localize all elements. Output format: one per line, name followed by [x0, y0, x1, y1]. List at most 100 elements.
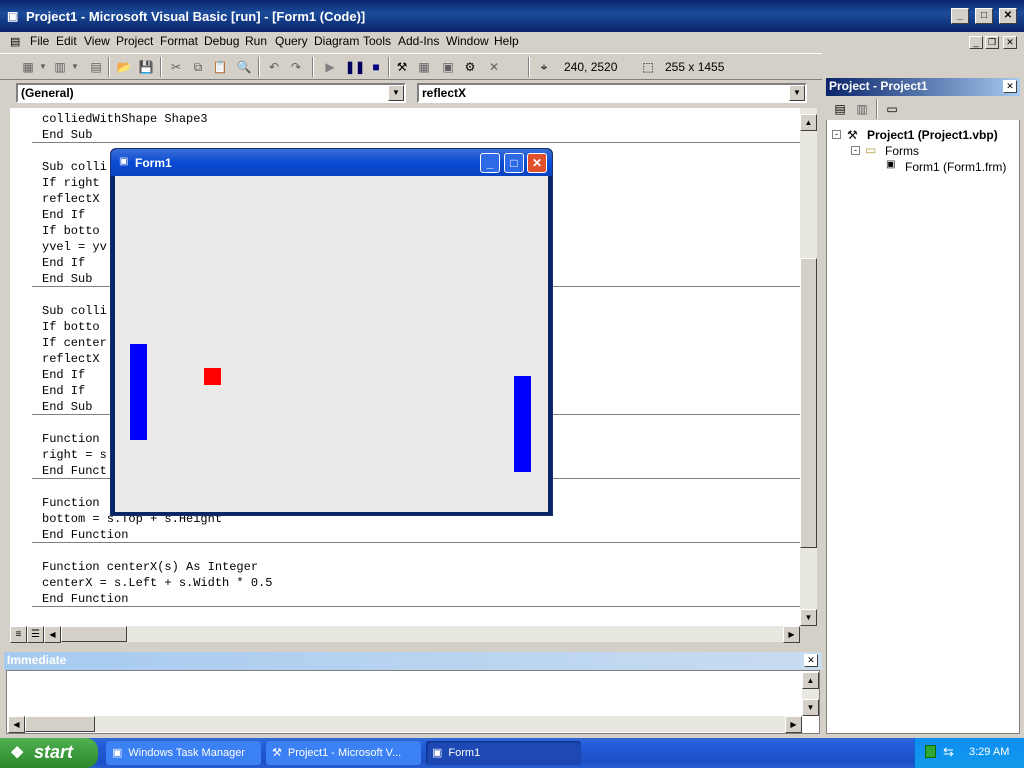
chevron-down-icon[interactable]: ▼: [388, 85, 404, 101]
code-line[interactable]: Function centerX(s) As Integer: [42, 560, 258, 576]
code-line[interactable]: centerX = s.Left + s.Width * 0.5: [42, 576, 272, 592]
immediate-close-icon[interactable]: ✕: [804, 654, 818, 667]
code-line[interactable]: If center: [42, 336, 107, 352]
save-project-icon[interactable]: 💾: [138, 59, 154, 75]
toggle-folders-icon[interactable]: ▭: [884, 101, 900, 117]
form1-minimize-button[interactable]: _: [480, 153, 500, 173]
collapse-icon[interactable]: -: [832, 130, 841, 139]
dropdown-arrow-icon[interactable]: ▼: [70, 59, 80, 75]
menu-edit[interactable]: Edit: [56, 34, 77, 48]
mdi-minimize-button[interactable]: _: [969, 36, 983, 49]
taskbar-item-task-manager[interactable]: ▣ Windows Task Manager: [106, 741, 261, 765]
code-line[interactable]: yvel = yv: [42, 240, 107, 256]
dropdown-arrow-icon[interactable]: ▼: [38, 59, 48, 75]
scroll-right-icon[interactable]: ▶: [783, 626, 800, 643]
close-button[interactable]: ✕: [999, 8, 1017, 24]
scroll-left-icon[interactable]: ◀: [8, 716, 25, 733]
object-combo[interactable]: (General) ▼: [16, 83, 406, 103]
paste-icon[interactable]: 📋: [212, 59, 228, 75]
scroll-up-icon[interactable]: ▲: [802, 672, 819, 689]
code-line[interactable]: right = s: [42, 448, 107, 464]
minimize-button[interactable]: _: [951, 8, 969, 24]
end-icon[interactable]: ■: [368, 59, 384, 75]
hscroll-thumb[interactable]: [61, 626, 127, 642]
find-icon[interactable]: 🔍: [236, 59, 252, 75]
chevron-down-icon[interactable]: ▼: [789, 85, 805, 101]
menu-file[interactable]: File: [30, 34, 49, 48]
scroll-right-icon[interactable]: ▶: [785, 716, 802, 733]
code-line[interactable]: Sub colli: [42, 160, 107, 176]
form-icon[interactable]: ▣: [119, 156, 128, 167]
code-line[interactable]: Function: [42, 432, 100, 448]
form1-window[interactable]: ▣ Form1 _ □ ✕: [110, 148, 553, 516]
code-line[interactable]: If right: [42, 176, 100, 192]
collapse-icon[interactable]: -: [851, 146, 860, 155]
form1-close-button[interactable]: ✕: [527, 153, 547, 173]
procedure-view-icon[interactable]: ≡: [10, 626, 27, 643]
taskbar-item-form1[interactable]: ▣ Form1: [426, 741, 581, 765]
scroll-thumb[interactable]: [800, 258, 817, 548]
start-button[interactable]: ❖ start: [0, 738, 98, 768]
form-layout-icon[interactable]: ▣: [440, 59, 456, 75]
form1-client-area[interactable]: [115, 176, 548, 512]
forms-folder-node[interactable]: Forms: [885, 144, 919, 158]
clock[interactable]: 3:29 AM: [969, 746, 1009, 758]
menu-project[interactable]: Project: [116, 34, 153, 48]
code-line[interactable]: End If: [42, 256, 85, 272]
menu-help[interactable]: Help: [494, 34, 519, 48]
menu-debug[interactable]: Debug: [204, 34, 239, 48]
mdi-close-button[interactable]: ✕: [1003, 36, 1017, 49]
code-line[interactable]: End If: [42, 208, 85, 224]
copy-icon[interactable]: ⧉: [190, 59, 206, 75]
break-icon[interactable]: ❚❚: [345, 59, 365, 75]
code-line[interactable]: End If: [42, 368, 85, 384]
scroll-up-icon[interactable]: ▲: [800, 114, 817, 131]
form1-node[interactable]: Form1 (Form1.frm): [905, 160, 1006, 174]
menu-editor-icon[interactable]: ▤: [88, 59, 104, 75]
scroll-left-icon[interactable]: ◀: [44, 626, 61, 643]
taskbar-item-vb[interactable]: ⚒ Project1 - Microsoft V...: [266, 741, 421, 765]
view-code-icon[interactable]: ▤: [832, 101, 848, 117]
menu-query[interactable]: Query: [275, 34, 308, 48]
toolbox-icon[interactable]: ✕: [486, 59, 502, 75]
menu-tools[interactable]: Tools: [363, 34, 391, 48]
object-browser-icon[interactable]: ⚙: [462, 59, 478, 75]
code-margin[interactable]: [10, 108, 32, 626]
menu-run[interactable]: Run: [245, 34, 267, 48]
add-project-icon[interactable]: ▦: [20, 59, 36, 75]
code-line[interactable]: If botto: [42, 320, 100, 336]
code-line[interactable]: End If: [42, 384, 85, 400]
vb-app-icon[interactable]: ▣: [7, 9, 23, 23]
undo-icon[interactable]: ↶: [266, 59, 282, 75]
menu-format[interactable]: Format: [160, 34, 198, 48]
menu-view[interactable]: View: [84, 34, 110, 48]
menu-diagram[interactable]: Diagram: [314, 34, 359, 48]
code-line[interactable]: colliedWithShape Shape3: [42, 112, 208, 128]
form1-maximize-button[interactable]: □: [504, 153, 524, 173]
properties-window-icon[interactable]: ▦: [416, 59, 432, 75]
menu-add-ins[interactable]: Add-Ins: [398, 34, 439, 48]
view-object-icon[interactable]: ▥: [854, 101, 870, 117]
task-manager-tray-icon[interactable]: [925, 745, 936, 758]
add-form-icon[interactable]: ▥: [52, 59, 68, 75]
scroll-down-icon[interactable]: ▼: [802, 699, 819, 716]
hscroll-thumb[interactable]: [25, 716, 95, 732]
menu-window[interactable]: Window: [446, 34, 489, 48]
code-line[interactable]: If botto: [42, 224, 100, 240]
maximize-button[interactable]: □: [975, 8, 993, 24]
cut-icon[interactable]: ✂: [168, 59, 184, 75]
start-icon[interactable]: ▶: [322, 59, 338, 75]
code-line[interactable]: reflectX: [42, 192, 100, 208]
redo-icon[interactable]: ↷: [288, 59, 304, 75]
full-module-view-icon[interactable]: ☰: [27, 626, 44, 643]
open-project-icon[interactable]: 📂: [116, 59, 132, 75]
project-root-node[interactable]: Project1 (Project1.vbp): [867, 128, 998, 142]
code-line[interactable]: Sub colli: [42, 304, 107, 320]
code-horizontal-scrollbar[interactable]: [10, 626, 800, 642]
code-line[interactable]: reflectX: [42, 352, 100, 368]
scroll-down-icon[interactable]: ▼: [800, 609, 817, 626]
project-explorer-icon[interactable]: ⚒: [394, 59, 410, 75]
mdi-restore-button[interactable]: ❐: [985, 36, 999, 49]
code-line[interactable]: Function: [42, 496, 100, 512]
procedure-combo[interactable]: reflectX ▼: [417, 83, 807, 103]
